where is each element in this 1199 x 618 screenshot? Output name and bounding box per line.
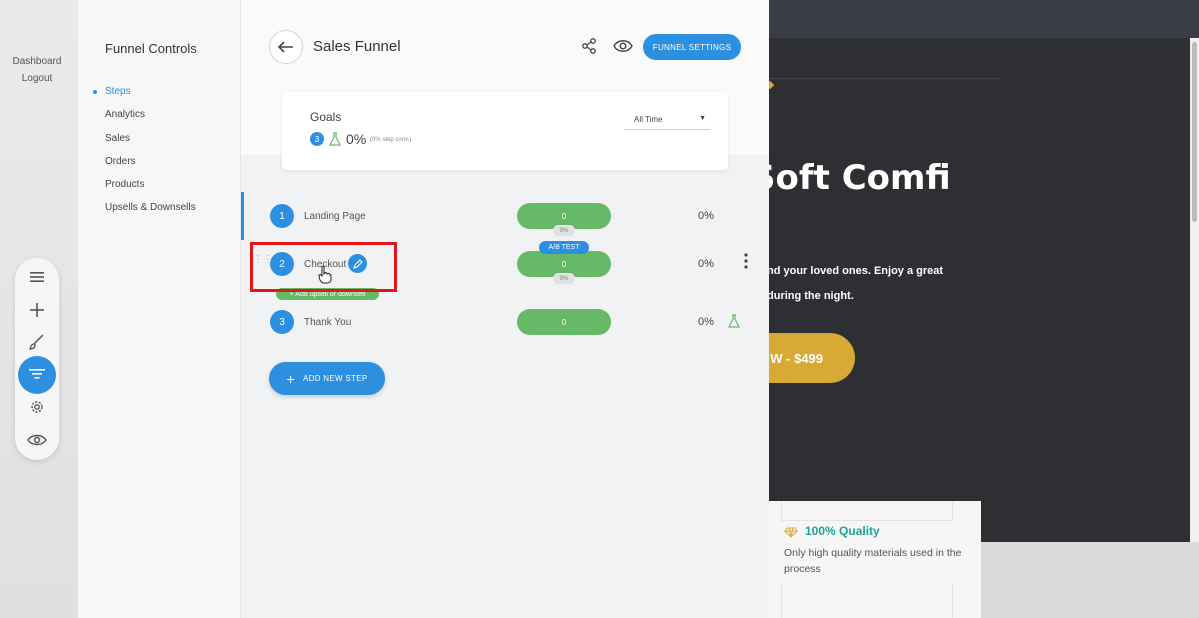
gear-icon[interactable]	[21, 393, 53, 421]
card-frame	[781, 501, 953, 521]
ab-test-badge[interactable]: A/B TEST	[539, 241, 589, 254]
goals-percent: 0%	[346, 131, 367, 147]
logout-link[interactable]: Logout	[0, 73, 74, 84]
builder-toolbar	[15, 258, 59, 460]
quality-text: Only high quality materials used in the …	[784, 547, 962, 575]
add-new-step-label: ADD NEW STEP	[302, 374, 368, 383]
plus-icon: +	[286, 370, 295, 387]
brush-icon[interactable]	[21, 328, 53, 356]
preview-cta-button[interactable]: W - $499	[769, 333, 855, 383]
step-row[interactable]: 1 Landing Page 0 0% 0%	[241, 192, 769, 240]
more-options-icon[interactable]	[744, 253, 748, 274]
goals-step-conv: (0% step conv.)	[370, 137, 412, 143]
quality-card: 100% Quality Only high quality materials…	[769, 501, 981, 618]
preview-eye-icon[interactable]	[613, 39, 633, 58]
scrollbar-thumb[interactable]	[1192, 42, 1197, 222]
add-new-step-button[interactable]: + ADD NEW STEP	[269, 362, 385, 395]
step-name[interactable]: Landing Page	[304, 211, 366, 222]
hand-cursor-icon	[318, 265, 332, 289]
flask-icon	[329, 132, 341, 151]
funnel-controls-sidebar: Funnel Controls Steps Analytics Sales Or…	[78, 0, 241, 618]
sidebar-item-analytics[interactable]: Analytics	[105, 109, 145, 120]
eye-icon[interactable]	[21, 426, 53, 454]
preview-hero-line-1: nd your loved ones. Enjoy a great	[769, 265, 944, 277]
step-visits-bar: 0	[517, 309, 611, 335]
goals-card: Goals 3 0% (0% step conv.) All Time ▼	[282, 92, 728, 170]
step-percent: 0%	[698, 316, 714, 328]
sidebar-item-products[interactable]: Products	[105, 179, 144, 190]
sidebar-item-upsells[interactable]: Upsells & Downsells	[105, 202, 196, 213]
card-frame	[781, 583, 953, 618]
step-conv-pill: 0%	[553, 225, 575, 236]
plus-icon[interactable]	[21, 296, 53, 324]
menu-icon[interactable]	[21, 263, 53, 291]
flask-icon[interactable]	[728, 314, 740, 333]
diamond-icon	[784, 525, 798, 543]
caret-down-icon: ▼	[699, 115, 706, 122]
preview-accent	[769, 80, 775, 90]
step-percent: 0%	[698, 258, 714, 270]
preview-hero-line-2: during the night.	[769, 290, 854, 302]
back-button[interactable]	[269, 30, 303, 64]
quality-title: 100% Quality	[805, 524, 880, 538]
step-number: 3	[270, 310, 294, 334]
page-title: Sales Funnel	[313, 38, 401, 55]
preview-divider	[769, 78, 999, 79]
step-percent: 0%	[698, 210, 714, 222]
funnel-settings-button[interactable]: FUNNEL SETTINGS	[643, 34, 741, 60]
step-name[interactable]: Thank You	[304, 317, 351, 328]
active-dot	[93, 90, 97, 94]
sidebar-title: Funnel Controls	[105, 41, 197, 56]
step-number: 1	[270, 204, 294, 228]
step-row[interactable]: 3 Thank You 0 0%	[241, 298, 769, 346]
time-range-value: All Time	[634, 115, 663, 124]
funnel-main-panel: Sales Funnel FUNNEL SETTINGS Goals 3 0% …	[241, 0, 769, 618]
goals-count-badge: 3	[310, 132, 324, 146]
goals-label: Goals	[310, 110, 342, 124]
funnel-icon[interactable]	[18, 356, 56, 394]
time-range-select[interactable]: All Time ▼	[624, 112, 710, 130]
step-conv-pill: 0%	[553, 273, 575, 284]
sidebar-item-sales[interactable]: Sales	[105, 133, 130, 144]
preview-scrollbar[interactable]	[1190, 38, 1199, 542]
sidebar-item-steps[interactable]: Steps	[105, 86, 131, 97]
sidebar-item-orders[interactable]: Orders	[105, 156, 136, 167]
arrow-left-icon	[278, 41, 293, 53]
preview-hero-title: Soft Comfi	[769, 158, 951, 198]
site-preview: Soft Comfi nd your loved ones. Enjoy a g…	[769, 38, 1190, 542]
share-icon[interactable]	[581, 38, 597, 59]
dashboard-link[interactable]: Dashboard	[0, 56, 74, 67]
